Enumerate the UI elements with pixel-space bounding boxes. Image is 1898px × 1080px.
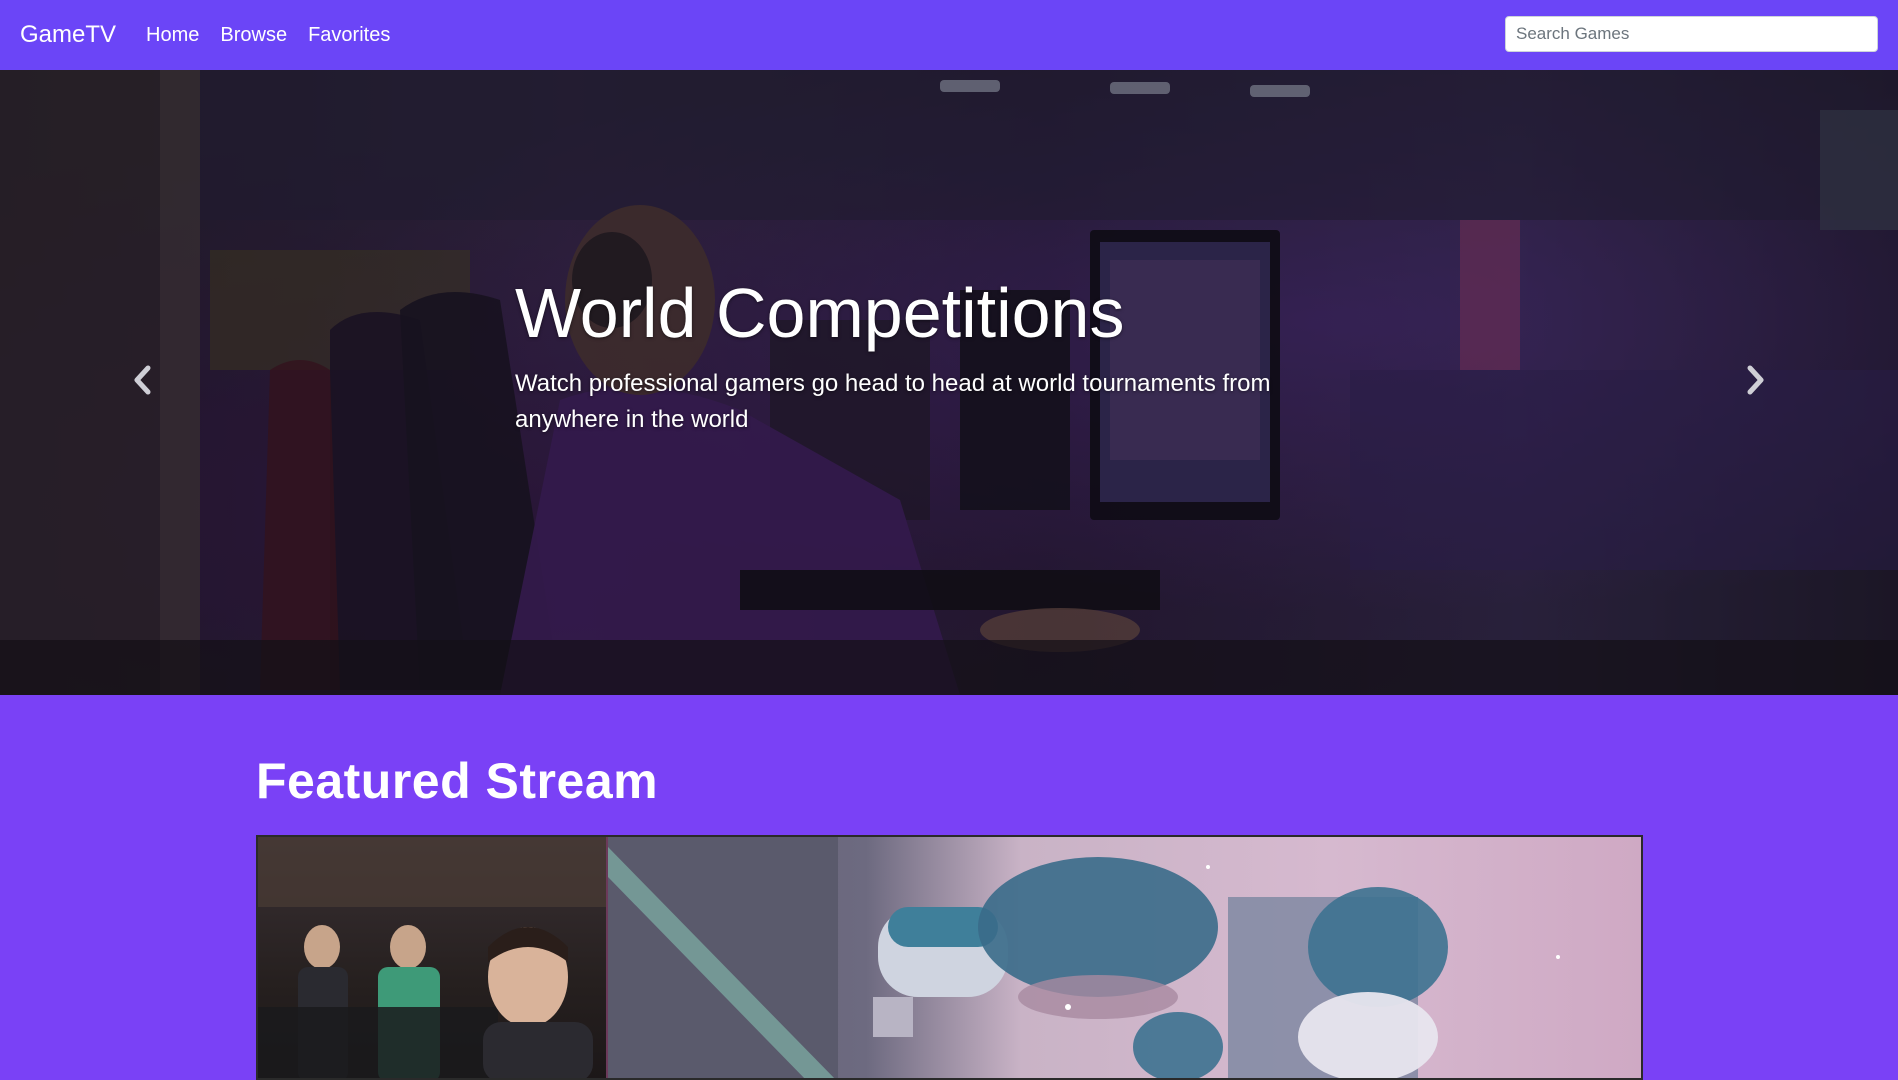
streamer-webcam-feed	[258, 837, 608, 1078]
hero-caption: World Competitions Watch professional ga…	[515, 275, 1375, 438]
search-container	[1505, 16, 1878, 52]
brand-logo[interactable]: GameTV	[20, 21, 116, 49]
featured-stream-player[interactable]	[256, 835, 1643, 1080]
chevron-left-icon	[134, 365, 151, 395]
hero-carousel: World Competitions Watch professional ga…	[0, 70, 1898, 695]
hero-title: World Competitions	[515, 274, 1125, 352]
game-scene	[608, 837, 1560, 1078]
search-input[interactable]	[1505, 16, 1878, 52]
hero-description: Watch professional gamers go head to hea…	[515, 370, 1271, 433]
nav-link-browse[interactable]: Browse	[220, 24, 287, 47]
top-navbar: GameTV Home Browse Favorites	[0, 0, 1898, 70]
carousel-next-button[interactable]	[1736, 360, 1776, 400]
nav-links: Home Browse Favorites	[146, 24, 411, 47]
chevron-right-icon	[1747, 365, 1764, 395]
nav-link-home[interactable]: Home	[146, 24, 199, 47]
carousel-prev-button[interactable]	[122, 360, 162, 400]
game-footage	[608, 837, 1641, 1078]
webcam-scene	[258, 837, 606, 1078]
featured-stream-heading: Featured Stream	[256, 753, 659, 809]
nav-link-favorites[interactable]: Favorites	[308, 24, 390, 47]
